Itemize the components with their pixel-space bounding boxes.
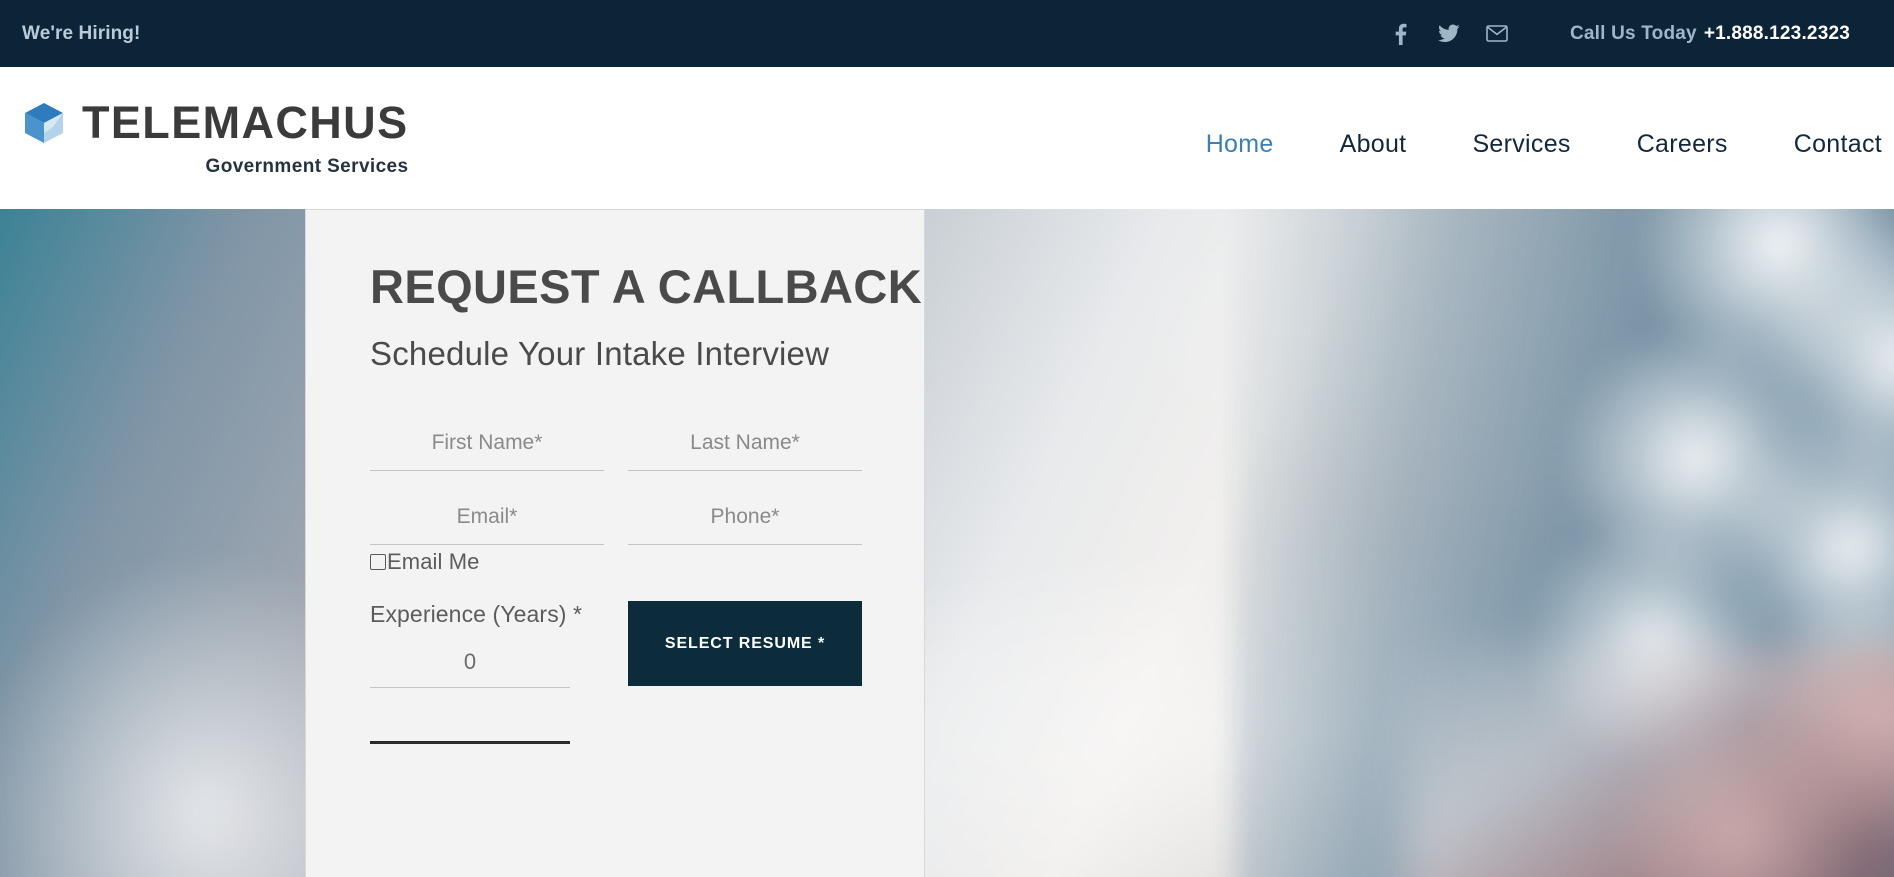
phone-field-wrap	[628, 497, 862, 546]
hero-section: REQUEST A CALLBACK Schedule Your Intake …	[0, 209, 1894, 877]
call-us-label: Call Us Today	[1569, 22, 1697, 44]
topbar-right-group: Call Us Today +1.888.123.2323	[1390, 23, 1850, 45]
brand-subtitle: Government Services	[205, 155, 409, 177]
email-icon[interactable]	[1486, 23, 1508, 45]
main-navigation: Home About Services Careers Contact	[1206, 130, 1894, 159]
american-flag-stripes-image	[1404, 647, 1894, 877]
hexagon-logo-icon	[20, 99, 68, 147]
nav-item-careers[interactable]: Careers	[1637, 130, 1728, 159]
last-name-field-wrap	[628, 423, 862, 472]
first-name-input[interactable]	[370, 423, 604, 472]
callback-form-panel: REQUEST A CALLBACK Schedule Your Intake …	[305, 209, 925, 877]
form-title: REQUEST A CALLBACK	[370, 260, 923, 313]
form-subtitle: Schedule Your Intake Interview	[370, 335, 830, 373]
brand-logo[interactable]: TELEMACHUS Government Services	[20, 99, 409, 178]
brand-row: TELEMACHUS	[20, 99, 409, 147]
callback-form: Email Me Experience (Years) * SELECT RES…	[370, 423, 862, 745]
page-root: We're Hiring! Call Us Today +1.888.123.2…	[0, 0, 1894, 877]
twitter-icon[interactable]	[1437, 23, 1460, 45]
phone-number[interactable]: +1.888.123.2323	[1704, 23, 1850, 45]
hiring-link[interactable]: We're Hiring!	[22, 23, 140, 45]
email-input[interactable]	[370, 497, 604, 546]
site-header: TELEMACHUS Government Services Home Abou…	[0, 67, 1894, 209]
experience-field-wrap: Experience (Years) *	[370, 601, 583, 689]
experience-input[interactable]	[370, 642, 570, 689]
next-form-field-partial[interactable]	[370, 726, 570, 745]
email-field-wrap	[370, 497, 604, 546]
experience-label: Experience (Years) *	[370, 601, 583, 628]
top-utility-bar: We're Hiring! Call Us Today +1.888.123.2…	[0, 0, 1894, 67]
select-resume-button[interactable]: SELECT RESUME *	[628, 601, 862, 687]
last-name-input[interactable]	[628, 423, 862, 472]
nav-item-contact[interactable]: Contact	[1794, 130, 1882, 159]
nav-item-about[interactable]: About	[1340, 130, 1407, 159]
email-me-checkbox[interactable]	[370, 554, 386, 571]
phone-input[interactable]	[628, 497, 862, 546]
nav-item-home[interactable]: Home	[1206, 130, 1274, 159]
nav-item-services[interactable]: Services	[1472, 130, 1570, 159]
email-me-label: Email Me	[387, 549, 480, 575]
row-spacer	[370, 471, 862, 497]
social-links	[1390, 23, 1508, 45]
contact-row	[370, 497, 862, 546]
first-name-field-wrap	[370, 423, 604, 472]
experience-resume-row: Experience (Years) * SELECT RESUME *	[370, 601, 862, 689]
brand-name: TELEMACHUS	[82, 97, 409, 148]
facebook-icon[interactable]	[1390, 23, 1412, 45]
email-me-row: Email Me	[370, 549, 862, 575]
name-row	[370, 423, 862, 472]
